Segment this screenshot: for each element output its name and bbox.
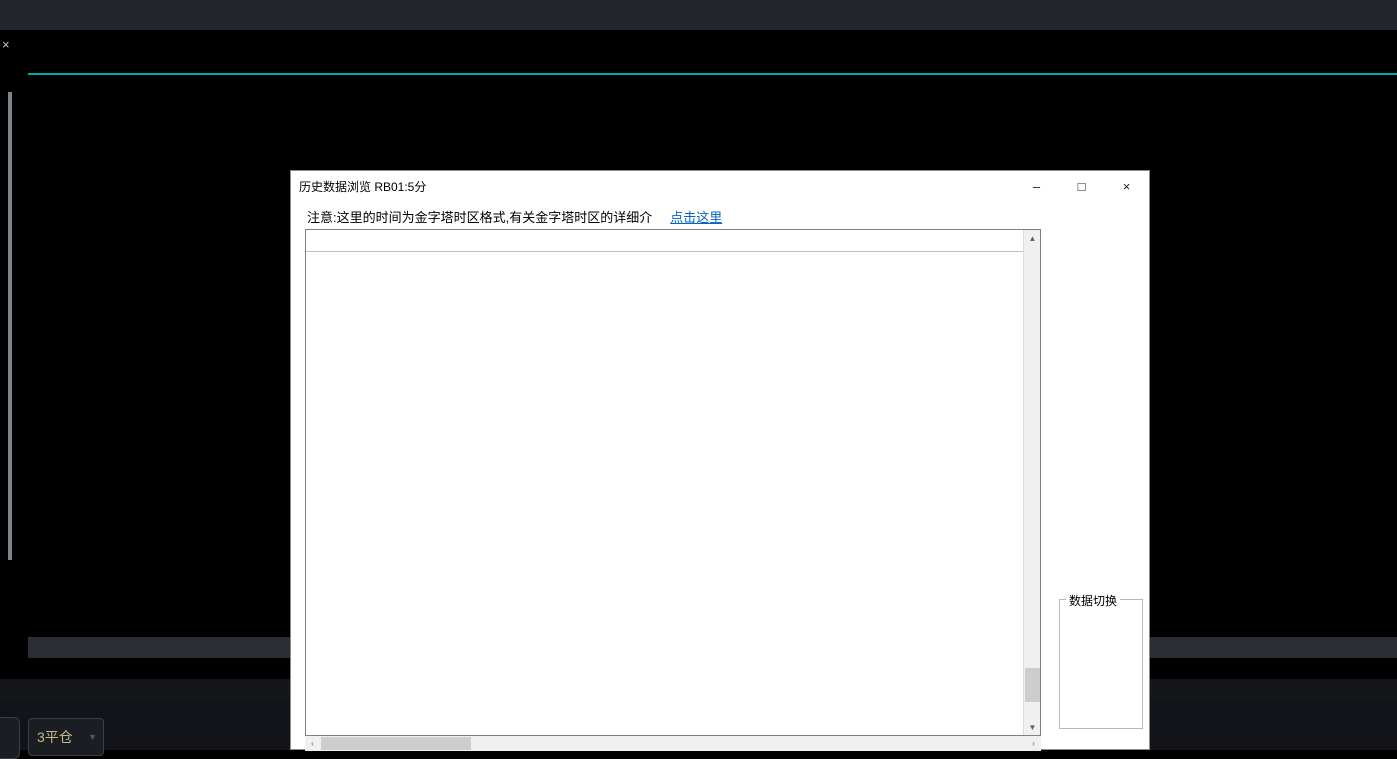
partial-control[interactable] — [0, 717, 20, 759]
scroll-up-icon[interactable]: ▲ — [1024, 230, 1040, 246]
chevron-down-icon: ▼ — [88, 732, 97, 742]
group-label: 数据切换 — [1066, 592, 1121, 609]
notice-link[interactable]: 点击这里 — [670, 210, 722, 225]
scroll-right-icon[interactable]: › — [1026, 736, 1041, 751]
close-icon[interactable]: × — [1104, 171, 1149, 201]
dialog-title: 历史数据浏览 RB01:5分 — [299, 179, 427, 194]
dialog-title-bar[interactable]: 历史数据浏览 RB01:5分 – □ × — [291, 171, 1149, 201]
horizontal-scrollbar[interactable]: ‹ › — [305, 736, 1041, 751]
market-table-header — [28, 44, 1397, 75]
maximize-icon[interactable]: □ — [1059, 171, 1104, 201]
scroll-down-icon[interactable]: ▼ — [1024, 719, 1040, 735]
combo-label: 3平仓 — [37, 729, 73, 745]
scrollbar-thumb[interactable] — [1025, 668, 1040, 702]
menu-bar — [0, 0, 1397, 30]
dialog-notice: 注意:这里的时间为金字塔时区格式,有关金字塔时区的详细介 点击这里 — [307, 207, 722, 226]
history-table-header — [306, 230, 1040, 252]
close-position-combo[interactable]: 3平仓 ▼ — [28, 718, 104, 756]
data-switch-group: 数据切换 — [1059, 592, 1143, 729]
hscrollbar-thumb[interactable] — [321, 737, 471, 750]
history-data-dialog: 历史数据浏览 RB01:5分 – □ × 注意:这里的时间为金字塔时区格式,有关… — [290, 170, 1150, 751]
minimize-icon[interactable]: – — [1014, 171, 1059, 201]
scroll-left-icon[interactable]: ‹ — [305, 736, 320, 751]
notice-text: 注意:这里的时间为金字塔时区格式,有关金字塔时区的详细介 — [307, 210, 653, 225]
history-table: ▲ ▼ — [305, 229, 1041, 736]
panel-close-icon[interactable]: × — [2, 37, 10, 52]
vertical-splitter[interactable] — [8, 92, 12, 560]
vertical-scrollbar[interactable]: ▲ ▼ — [1023, 230, 1040, 735]
